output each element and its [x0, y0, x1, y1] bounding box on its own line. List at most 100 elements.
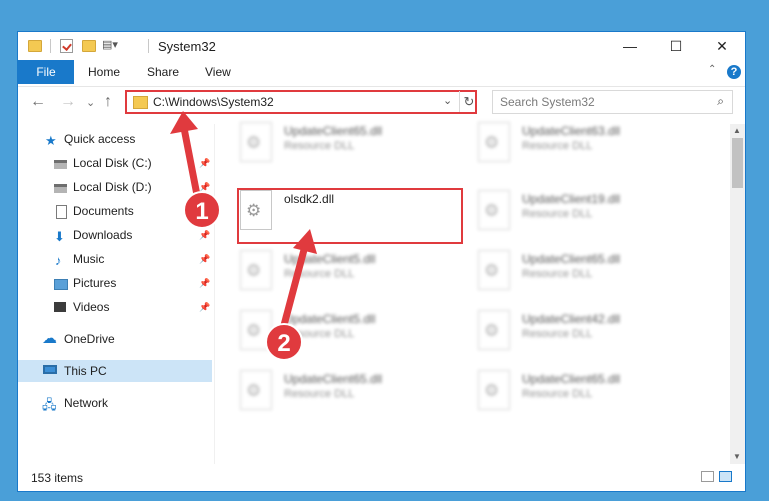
- pin-icon[interactable]: 📌: [199, 296, 210, 318]
- sidebar-item-pictures[interactable]: Pictures 📌: [18, 272, 212, 294]
- collapse-ribbon-icon[interactable]: ⌃: [708, 64, 716, 75]
- pin-icon[interactable]: 📌: [199, 248, 210, 270]
- pane-divider[interactable]: [214, 124, 215, 464]
- pc-icon: [43, 365, 57, 374]
- explorer-window: ▤▾ System32 — ☐ ✕ File Home Share View ⌃…: [17, 31, 746, 492]
- disk-icon: [54, 184, 67, 193]
- ribbon: File Home Share View ⌃ ?: [18, 60, 745, 87]
- sidebar-item-label: Local Disk (D:): [73, 180, 152, 194]
- list-item[interactable]: ⚙ UpdateClient19.dll Resource DLL: [456, 188, 676, 238]
- vertical-scrollbar[interactable]: ▲ ▼: [730, 124, 745, 464]
- disk-icon: [54, 160, 67, 169]
- list-item[interactable]: ⚙ UpdateClient42.dll Resource DLL: [456, 308, 676, 358]
- address-bar[interactable]: C:\Windows\System32 ⌄ ↻: [125, 90, 477, 114]
- file-name: UpdateClient5.dll: [284, 312, 376, 326]
- file-name: UpdateClient65.dll: [522, 252, 621, 266]
- sidebar-item-label: Pictures: [73, 276, 117, 290]
- sidebar-item-onedrive[interactable]: ☁ OneDrive: [18, 328, 212, 350]
- file-name: UpdateClient63.dll: [522, 124, 621, 138]
- forward-button[interactable]: →: [60, 93, 76, 111]
- star-icon: ★: [45, 133, 57, 148]
- address-path[interactable]: C:\Windows\System32: [153, 95, 274, 109]
- recent-locations-button[interactable]: ⌄: [86, 96, 95, 109]
- sidebar-item-label: OneDrive: [64, 332, 115, 346]
- selected-file-highlight: [237, 188, 463, 244]
- file-type: Resource DLL: [284, 140, 355, 152]
- dll-file-icon: ⚙: [478, 250, 510, 290]
- help-icon[interactable]: ?: [727, 65, 741, 79]
- maximize-button[interactable]: ☐: [653, 32, 699, 60]
- tab-view[interactable]: View: [205, 60, 231, 84]
- list-item[interactable]: ⚙ UpdateClient63.dll Resource DLL: [456, 120, 676, 170]
- sidebar-item-music[interactable]: ♪ Music 📌: [18, 248, 212, 270]
- sidebar-item-label: This PC: [64, 364, 107, 378]
- details-view-icon[interactable]: [701, 471, 714, 482]
- list-item[interactable]: ⚙ UpdateClient5.dll Resource DLL: [218, 248, 438, 298]
- sidebar-item-label: Documents: [73, 204, 134, 218]
- file-type: Resource DLL: [284, 388, 355, 400]
- status-bar: 153 items: [18, 465, 745, 491]
- sidebar-item-this-pc[interactable]: This PC: [18, 360, 212, 382]
- refresh-button[interactable]: ↻: [459, 91, 478, 112]
- navigation-bar: ← → ⌄ ↑ C:\Windows\System32 ⌄ ↻ Search S…: [18, 87, 745, 119]
- file-type: Resource DLL: [522, 388, 593, 400]
- file-name: UpdateClient42.dll: [522, 312, 621, 326]
- customize-toolbar-icon[interactable]: ▤▾: [102, 38, 118, 52]
- file-name: UpdateClient65.dll: [284, 372, 383, 386]
- pin-icon[interactable]: 📌: [199, 272, 210, 294]
- callout-badge-2: 2: [265, 323, 303, 361]
- divider: [50, 39, 51, 53]
- tab-file[interactable]: File: [18, 60, 74, 84]
- cloud-icon: ☁: [42, 330, 57, 347]
- dll-file-icon: ⚙: [240, 370, 272, 410]
- title-bar: ▤▾ System32 — ☐ ✕: [18, 32, 745, 60]
- back-button[interactable]: ←: [30, 93, 46, 111]
- callout-badge-1: 1: [183, 191, 221, 229]
- sidebar-item-local-disk-c[interactable]: Local Disk (C:) 📌: [18, 152, 212, 174]
- search-icon[interactable]: ⌕: [717, 94, 724, 109]
- sidebar-item-label: Music: [73, 252, 105, 266]
- list-item[interactable]: ⚙ UpdateClient65.dll Resource DLL: [218, 120, 438, 170]
- properties-icon[interactable]: [60, 39, 73, 53]
- sidebar-item-quick-access[interactable]: ★ Quick access: [18, 128, 212, 150]
- close-button[interactable]: ✕: [699, 32, 745, 60]
- file-list: ⚙ UpdateClient65.dll Resource DLL ⚙ Upda…: [218, 122, 726, 464]
- sidebar-item-downloads[interactable]: ⬇ Downloads 📌: [18, 224, 212, 246]
- chevron-down-icon[interactable]: ⌄: [443, 94, 452, 107]
- folder-icon: [133, 96, 148, 109]
- dll-file-icon: ⚙: [478, 310, 510, 350]
- navigation-pane: ★ Quick access Local Disk (C:) 📌 Local D…: [18, 124, 212, 464]
- sidebar-item-label: Downloads: [73, 228, 133, 242]
- file-name: UpdateClient19.dll: [522, 192, 621, 206]
- music-icon: ♪: [55, 253, 62, 268]
- sidebar-item-label: Videos: [73, 300, 110, 314]
- list-item[interactable]: ⚙ UpdateClient65.dll Resource DLL: [218, 368, 438, 418]
- scroll-up-icon[interactable]: ▲: [733, 126, 741, 135]
- pin-icon[interactable]: 📌: [199, 152, 210, 174]
- dll-file-icon: ⚙: [478, 122, 510, 162]
- large-icons-view-icon[interactable]: [719, 471, 732, 482]
- list-item[interactable]: ⚙ UpdateClient5.dll Resource DLL: [218, 308, 438, 358]
- item-count: 153 items: [31, 471, 84, 485]
- file-name: UpdateClient5.dll: [284, 252, 376, 266]
- tab-home[interactable]: Home: [88, 60, 120, 84]
- dll-file-icon: ⚙: [240, 122, 272, 162]
- scrollbar-thumb[interactable]: [732, 138, 743, 188]
- scroll-down-icon[interactable]: ▼: [733, 452, 741, 461]
- up-button[interactable]: ↑: [104, 93, 112, 111]
- window-title: System32: [158, 39, 216, 54]
- list-item[interactable]: ⚙ UpdateClient65.dll Resource DLL: [456, 248, 676, 298]
- new-folder-icon[interactable]: [82, 40, 96, 52]
- video-icon: [54, 302, 66, 312]
- minimize-button[interactable]: —: [607, 32, 653, 60]
- sidebar-item-local-disk-d[interactable]: Local Disk (D:) 📌: [18, 176, 212, 198]
- divider: [148, 39, 149, 53]
- sidebar-item-videos[interactable]: Videos 📌: [18, 296, 212, 318]
- search-placeholder: Search System32: [500, 95, 595, 109]
- list-item[interactable]: ⚙ UpdateClient65.dll Resource DLL: [456, 368, 676, 418]
- picture-icon: [54, 279, 68, 290]
- folder-icon: [28, 40, 42, 52]
- tab-share[interactable]: Share: [147, 60, 179, 84]
- search-input[interactable]: Search System32 ⌕: [492, 90, 733, 114]
- sidebar-item-network[interactable]: 🖧 Network: [18, 392, 212, 414]
